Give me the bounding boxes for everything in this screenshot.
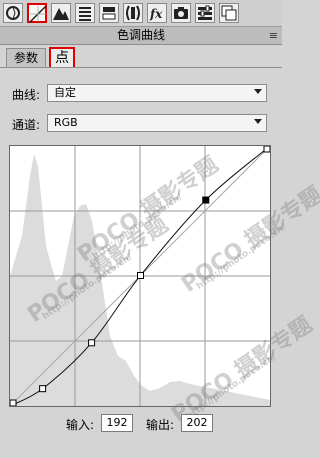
channel-label: 通道: bbox=[12, 118, 41, 132]
curve-select[interactable]: 自定 bbox=[47, 84, 267, 102]
hsl-icon[interactable] bbox=[75, 3, 95, 23]
channel-select[interactable]: RGB bbox=[47, 114, 267, 132]
input-value-field[interactable]: 192 bbox=[101, 414, 133, 432]
curve-control-point[interactable] bbox=[202, 196, 210, 204]
panel-menu-icon[interactable]: ≡ bbox=[269, 27, 278, 44]
snapshots-icon[interactable] bbox=[219, 3, 239, 23]
panel-title: 色调曲线 ≡ bbox=[0, 27, 282, 45]
camera-calibration-icon[interactable] bbox=[171, 3, 191, 23]
lens-corrections-icon[interactable] bbox=[123, 3, 143, 23]
tab-points[interactable]: 点 bbox=[49, 47, 75, 67]
svg-text:fx: fx bbox=[149, 7, 163, 21]
curve-control-point[interactable] bbox=[39, 385, 47, 393]
chevron-down-icon bbox=[254, 89, 262, 94]
split-toning-icon[interactable] bbox=[99, 3, 119, 23]
channel-select-value: RGB bbox=[54, 116, 78, 129]
detail-icon[interactable] bbox=[51, 3, 71, 23]
tone-curve-icon[interactable] bbox=[27, 3, 47, 23]
camera-basic-icon[interactable] bbox=[3, 3, 23, 23]
curve-control-point[interactable] bbox=[137, 271, 145, 279]
panel-title-text: 色调曲线 bbox=[116, 28, 165, 42]
chevron-down-icon bbox=[254, 119, 262, 124]
output-label: 输出: bbox=[146, 418, 175, 432]
presets-icon[interactable] bbox=[195, 3, 215, 23]
tab-bar: 参数 点 bbox=[0, 45, 282, 68]
curve-control-point[interactable] bbox=[263, 146, 270, 153]
panel-toolbar: fx bbox=[0, 0, 282, 27]
curve-label: 曲线: bbox=[12, 88, 41, 102]
curve-control-point[interactable] bbox=[88, 339, 96, 347]
curve-select-value: 自定 bbox=[54, 86, 76, 99]
fx-icon[interactable]: fx bbox=[147, 3, 167, 23]
output-value-field[interactable]: 202 bbox=[181, 414, 213, 432]
input-label: 输入: bbox=[66, 418, 95, 432]
tab-params[interactable]: 参数 bbox=[6, 48, 46, 67]
curve-control-point[interactable] bbox=[10, 399, 17, 406]
